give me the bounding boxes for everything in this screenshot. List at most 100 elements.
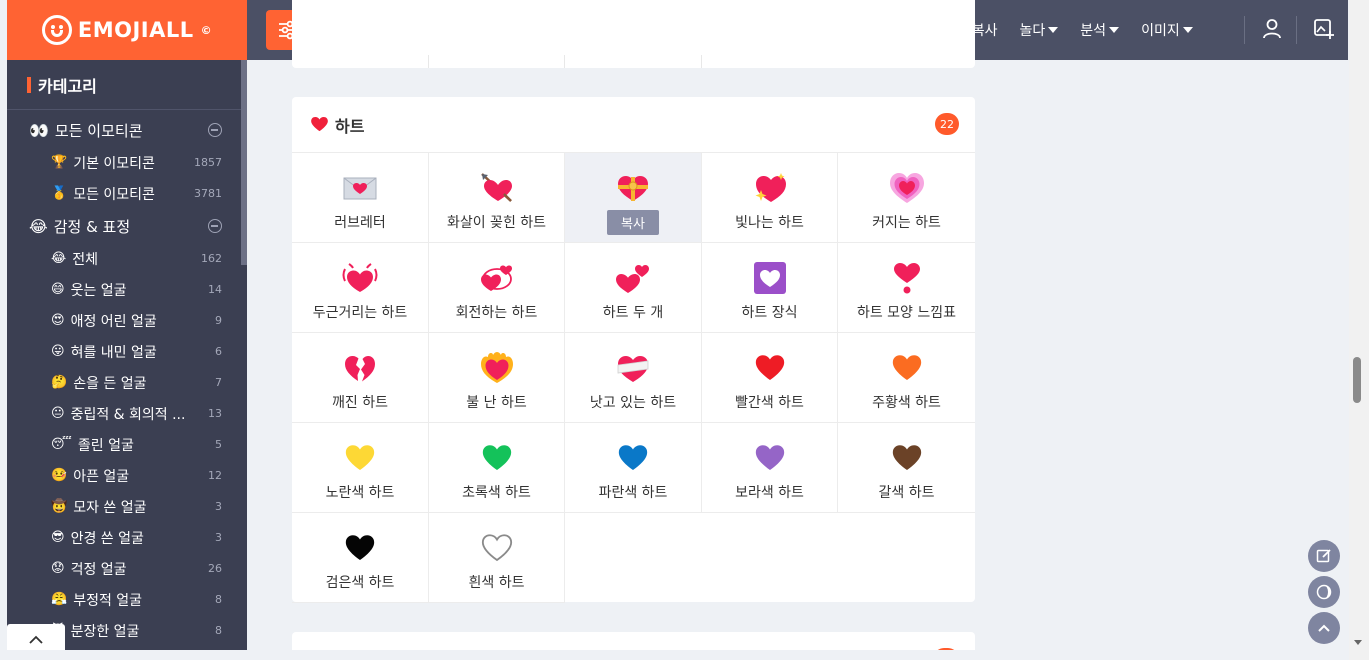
emoji-label: 빛나는 하트 [735, 215, 804, 231]
sidebar-item[interactable]: 🏆 기본 이모티콘 1857 [7, 147, 247, 178]
sidebar-item[interactable]: 😛 혀를 내민 얼굴 6 [7, 336, 247, 367]
empty-cell [838, 513, 975, 603]
collapse-icon[interactable] [208, 219, 222, 233]
scroll-down-arrow-icon[interactable] [1354, 640, 1362, 645]
emoji-label: 하트 모양 느낌표 [856, 305, 957, 321]
emoji-icon: 😤 [51, 592, 68, 607]
emoji-cell-broken-heart[interactable]: 깨진 하트 [292, 333, 429, 423]
sidebar-item[interactable]: 😐 중립적 & 회의적 ... 13 [7, 398, 247, 429]
emoji-cell-love-letter[interactable]: 러브레터 [292, 153, 429, 243]
emoji-cell-red-heart[interactable]: 빨간색 하트 [702, 333, 838, 423]
sidebar-item[interactable]: 🤒 아픈 얼굴 12 [7, 460, 247, 491]
scrollbar-thumb[interactable] [1353, 357, 1361, 403]
image-add-icon[interactable] [1313, 18, 1335, 40]
item-count: 1857 [194, 156, 222, 169]
card-header: 하트 22 [292, 97, 975, 152]
divider [1296, 16, 1297, 44]
emoji-cell-heart-with-ribbon[interactable]: 복사 [565, 153, 702, 243]
count-badge: 22 [935, 113, 959, 135]
sidebar-item[interactable]: 😟 걱정 얼굴 26 [7, 553, 247, 584]
emoji-cell-growing-heart[interactable]: 커지는 하트 [838, 153, 975, 243]
emoji-icon: 🤔 [51, 375, 68, 390]
item-count: 8 [215, 624, 222, 637]
emoji-grid: 러브레터 화살이 꽂힌 하트 복사 빛나는 하트 커지는 하트두근거리는 하트 회전하는 … [292, 152, 975, 603]
sidebar-item[interactable]: 😄 웃는 얼굴 14 [7, 274, 247, 305]
heart-with-ribbon-icon [616, 168, 650, 208]
trophy-icon: 🏆 [51, 155, 68, 170]
emoji-label: 커지는 하트 [872, 215, 941, 231]
emoji-cell-brown-heart[interactable]: 갈색 하트 [838, 423, 975, 513]
card-title: 하트 [335, 116, 365, 136]
emoji-cell-orange-heart[interactable]: 주황색 하트 [838, 333, 975, 423]
orange-heart-icon [890, 348, 924, 388]
two-hearts-icon [615, 258, 651, 298]
user-icon[interactable] [1262, 18, 1282, 40]
site-logo[interactable]: EMOJIALL © [7, 0, 247, 60]
black-heart-icon [343, 528, 377, 568]
divider [1244, 16, 1245, 44]
emoji-icon: 😴 [51, 437, 72, 452]
emoji-cell-blue-heart[interactable]: 파란색 하트 [565, 423, 702, 513]
emoji-cell-sparkling-heart[interactable]: 빛나는 하트 [702, 153, 838, 243]
window-scrollbar[interactable] [1349, 0, 1369, 660]
sidebar-section-emotion[interactable]: 😂 감정 & 표정 [7, 209, 247, 243]
emoji-cell-mending-heart[interactable]: 낫고 있는 하트 [565, 333, 702, 423]
emoji-label: 하트 장식 [741, 305, 798, 321]
sidebar-item[interactable]: 😍 애정 어린 얼굴 9 [7, 305, 247, 336]
item-count: 26 [208, 562, 222, 575]
logo-text: EMOJIALL [77, 18, 194, 42]
emoji-label: 파란색 하트 [598, 485, 668, 501]
emoji-cell-white-heart[interactable]: 흰색 하트 [429, 513, 565, 603]
sidebar-item[interactable]: 🤔 손을 든 얼굴 7 [7, 367, 247, 398]
emoji-cell-two-hearts[interactable]: 하트 두 개 [565, 243, 702, 333]
emoji-cell-heart-exclamation[interactable]: 하트 모양 느낌표 [838, 243, 975, 333]
theme-toggle-button[interactable] [1308, 576, 1340, 608]
emoji-cell-heart-with-arrow[interactable]: 화살이 꽂힌 하트 [429, 153, 565, 243]
emoji-cell-revolving-hearts[interactable]: 회전하는 하트 [429, 243, 565, 333]
edit-button[interactable] [1308, 540, 1340, 572]
copy-button[interactable]: 복사 [607, 210, 659, 235]
sidebar-item[interactable]: 😂 전체 162 [7, 243, 247, 274]
emoji-cell-black-heart[interactable]: 검은색 하트 [292, 513, 429, 603]
menu-play[interactable]: 놀다 [1020, 20, 1059, 40]
emoji-cell-green-heart[interactable]: 초록색 하트 [429, 423, 565, 513]
emoji-icon: 😄 [51, 282, 65, 297]
laughing-face-icon: 😂 [29, 216, 48, 236]
blue-heart-icon [616, 438, 650, 478]
sidebar-item[interactable]: 😤 부정적 얼굴 8 [7, 584, 247, 615]
back-to-top-button[interactable] [1308, 612, 1340, 644]
emoji-label: 불 난 하트 [466, 395, 527, 411]
emoji-cell-heart-on-fire[interactable]: 불 난 하트 [429, 333, 565, 423]
caret-down-icon [1048, 27, 1059, 33]
item-count: 162 [201, 252, 222, 265]
item-count: 14 [208, 283, 222, 296]
emoji-label: 깨진 하트 [332, 395, 388, 411]
empty-cell [702, 513, 838, 603]
sidebar-item[interactable]: 😴 졸린 얼굴 5 [7, 429, 247, 460]
heart-exclamation-icon [892, 258, 922, 298]
menu-copy[interactable]: 복사 [972, 20, 998, 40]
chevron-up-icon [1318, 624, 1330, 632]
menu-analyze[interactable]: 분석 [1080, 20, 1120, 40]
collapse-icon[interactable] [208, 123, 222, 137]
emoji-cell-purple-heart[interactable]: 보라색 하트 [702, 423, 838, 513]
emoji-icon: 🤒 [51, 468, 68, 483]
sidebar-title: 카테고리 [7, 60, 247, 110]
chevron-up-icon [29, 635, 43, 644]
emoji-cell-beating-heart[interactable]: 두근거리는 하트 [292, 243, 429, 333]
emoji-cell-heart-decoration[interactable]: 하트 장식 [702, 243, 838, 333]
item-count: 12 [208, 469, 222, 482]
beating-heart-icon [341, 258, 379, 298]
growing-heart-icon [889, 168, 925, 208]
emoji-label: 하트 두 개 [602, 305, 664, 321]
sidebar-item[interactable]: 😎 안경 쓴 얼굴 3 [7, 522, 247, 553]
sidebar-section-all-emoji[interactable]: 👀 모든 이모티콘 [7, 113, 247, 147]
sidebar-item[interactable]: 🥇 모든 이모티콘 3781 [7, 178, 247, 209]
sidebar-item[interactable]: 🤠 모자 쓴 얼굴 3 [7, 491, 247, 522]
emoji-label: 빨간색 하트 [735, 395, 804, 411]
emoji-cell-yellow-heart[interactable]: 노란색 하트 [292, 423, 429, 513]
emoji-label: 회전하는 하트 [455, 305, 538, 321]
emoji-icon: 😛 [51, 344, 65, 359]
menu-image[interactable]: 이미지 [1141, 20, 1193, 40]
emoji-label: 초록색 하트 [462, 485, 531, 501]
